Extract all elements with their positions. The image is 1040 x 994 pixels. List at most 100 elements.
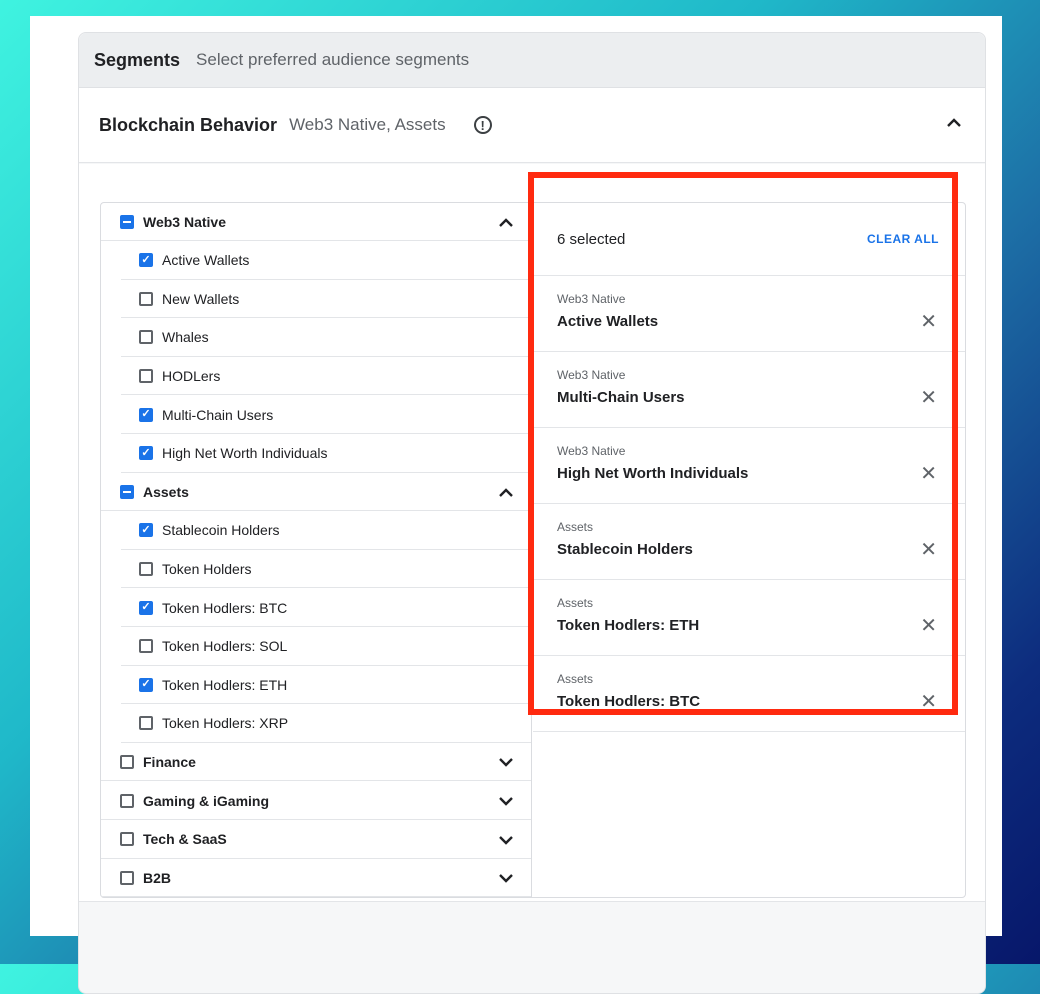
- tree-child-row[interactable]: ✓ Multi-Chain Users: [121, 396, 531, 434]
- close-icon[interactable]: ✕: [920, 540, 937, 560]
- segments-title: Segments: [94, 49, 181, 70]
- segment-picker-panel: Web3 Native ✓ Active Wallets New Wallets Wha…: [100, 202, 966, 898]
- group-checkbox[interactable]: [120, 793, 134, 808]
- selected-segments-list: 6 selected CLEAR ALL Web3 Native Active W…: [533, 203, 965, 732]
- checkbox-checked[interactable]: ✓: [139, 677, 153, 692]
- selected-item-name: Token Hodlers: ETH: [557, 617, 700, 634]
- chevron-down-icon[interactable]: [499, 832, 513, 850]
- segments-card: Segments Select preferred audience segme…: [78, 32, 986, 994]
- selected-header: 6 selected CLEAR ALL: [533, 203, 965, 276]
- group-label: Gaming & iGaming: [143, 792, 270, 809]
- check-icon: ✓: [141, 678, 151, 691]
- checkbox-checked[interactable]: ✓: [139, 600, 153, 615]
- tree-child-row[interactable]: HODLers: [121, 357, 531, 396]
- selected-item-category: Assets: [557, 672, 594, 686]
- selected-item: Web3 Native Active Wallets ✕: [533, 276, 965, 352]
- checkbox-unchecked[interactable]: [139, 368, 153, 383]
- selected-item-category: Assets: [557, 520, 594, 534]
- checkbox-checked[interactable]: ✓: [139, 523, 153, 538]
- close-icon[interactable]: ✕: [920, 464, 937, 484]
- checkbox-checked[interactable]: ✓: [139, 446, 153, 461]
- chevron-down-icon[interactable]: [499, 870, 513, 888]
- group-checkbox[interactable]: [120, 484, 134, 499]
- tree-group-row[interactable]: Web3 Native: [101, 203, 531, 241]
- checkbox-unchecked[interactable]: [139, 716, 153, 731]
- child-label: Token Hodlers: ETH: [162, 676, 288, 693]
- checkbox-unchecked[interactable]: [139, 291, 153, 306]
- tree-child-row[interactable]: Whales: [121, 319, 531, 357]
- tree-child-row[interactable]: ✓ Active Wallets: [121, 242, 531, 280]
- chevron-up-icon[interactable]: [499, 214, 513, 232]
- child-label: Token Holders: [162, 560, 252, 577]
- page-canvas: Segments Select preferred audience segme…: [30, 16, 1002, 994]
- selected-count: 6 selected: [557, 230, 626, 248]
- group-label: B2B: [143, 869, 172, 886]
- selected-item-category: Web3 Native: [557, 368, 626, 382]
- chevron-down-icon[interactable]: [499, 754, 513, 772]
- clear-all-button[interactable]: CLEAR ALL: [867, 232, 939, 246]
- tree-group-row[interactable]: Finance: [101, 743, 531, 782]
- group-checkbox[interactable]: [120, 832, 134, 847]
- selected-item-name: Multi-Chain Users: [557, 389, 685, 406]
- blockchain-behavior-header[interactable]: Blockchain Behavior Web3 Native, Assets …: [79, 88, 985, 163]
- check-icon: ✓: [141, 523, 151, 536]
- checkbox-unchecked[interactable]: [139, 639, 153, 654]
- chevron-up-icon[interactable]: [499, 484, 513, 502]
- section-subtitle: Web3 Native, Assets: [289, 115, 446, 134]
- tree-child-row[interactable]: ✓ High Net Worth Individuals: [121, 435, 531, 473]
- close-icon[interactable]: ✕: [920, 616, 937, 636]
- tree-child-row[interactable]: Token Hodlers: SOL: [121, 628, 531, 666]
- chevron-down-icon[interactable]: [499, 793, 513, 811]
- selected-item-name: Stablecoin Holders: [557, 541, 693, 558]
- group-checkbox[interactable]: [120, 870, 134, 885]
- checkbox-checked[interactable]: ✓: [139, 407, 153, 422]
- selected-item-category: Web3 Native: [557, 292, 626, 306]
- group-label: Tech & SaaS: [143, 831, 227, 848]
- tree-group-row[interactable]: Tech & SaaS: [101, 821, 531, 859]
- tree-child-row[interactable]: Token Holders: [121, 550, 531, 589]
- chevron-up-icon[interactable]: [947, 114, 961, 132]
- info-icon[interactable]: !: [473, 116, 492, 134]
- segments-header: Segments Select preferred audience segme…: [79, 33, 985, 88]
- check-icon: ✓: [141, 408, 151, 420]
- tree-group-row[interactable]: Gaming & iGaming: [101, 782, 531, 820]
- check-icon: ✓: [141, 253, 151, 266]
- selected-item: Assets Stablecoin Holders ✕: [533, 504, 965, 580]
- checkbox-checked[interactable]: ✓: [139, 253, 153, 268]
- close-icon[interactable]: ✕: [920, 312, 937, 332]
- tree-child-row[interactable]: ✓ Token Hodlers: ETH: [121, 666, 531, 705]
- group-label: Assets: [143, 483, 189, 500]
- tree-group-row[interactable]: Assets: [101, 473, 531, 512]
- close-icon[interactable]: ✕: [920, 692, 937, 712]
- selected-item-category: Web3 Native: [557, 444, 626, 458]
- child-label: New Wallets: [162, 290, 240, 307]
- checkbox-unchecked[interactable]: [139, 561, 153, 576]
- checkbox-unchecked[interactable]: [139, 330, 153, 345]
- selected-item: Web3 Native Multi-Chain Users ✕: [533, 352, 965, 428]
- child-label: High Net Worth Individuals: [162, 445, 328, 462]
- close-icon[interactable]: ✕: [920, 388, 937, 408]
- check-icon: ✓: [141, 601, 151, 613]
- group-checkbox[interactable]: [120, 754, 134, 769]
- tree-child-row[interactable]: ✓ Token Hodlers: BTC: [121, 589, 531, 627]
- child-label: Whales: [162, 329, 209, 346]
- selected-item-name: Active Wallets: [557, 313, 659, 330]
- section-title: Blockchain Behavior: [99, 114, 278, 135]
- child-label: HODLers: [162, 367, 221, 384]
- selected-item: Assets Token Hodlers: ETH ✕: [533, 580, 965, 656]
- tree-child-row[interactable]: ✓ Stablecoin Holders: [121, 512, 531, 550]
- selected-item: Assets Token Hodlers: BTC ✕: [533, 656, 965, 732]
- selected-item-category: Assets: [557, 596, 594, 610]
- check-icon: ✓: [141, 446, 151, 459]
- segment-tree: Web3 Native ✓ Active Wallets New Wallets Wha…: [101, 203, 532, 898]
- group-checkbox[interactable]: [120, 214, 134, 229]
- child-label: Token Hodlers: BTC: [162, 599, 288, 616]
- segments-subtitle: Select preferred audience segments: [196, 50, 470, 69]
- child-label: Stablecoin Holders: [162, 522, 280, 539]
- child-label: Token Hodlers: SOL: [162, 638, 288, 655]
- group-label: Web3 Native: [143, 213, 226, 230]
- selected-item-name: Token Hodlers: BTC: [557, 693, 701, 710]
- tree-child-row[interactable]: New Wallets: [121, 280, 531, 319]
- tree-group-row[interactable]: B2B: [101, 859, 531, 898]
- tree-child-row[interactable]: Token Hodlers: XRP: [121, 705, 531, 743]
